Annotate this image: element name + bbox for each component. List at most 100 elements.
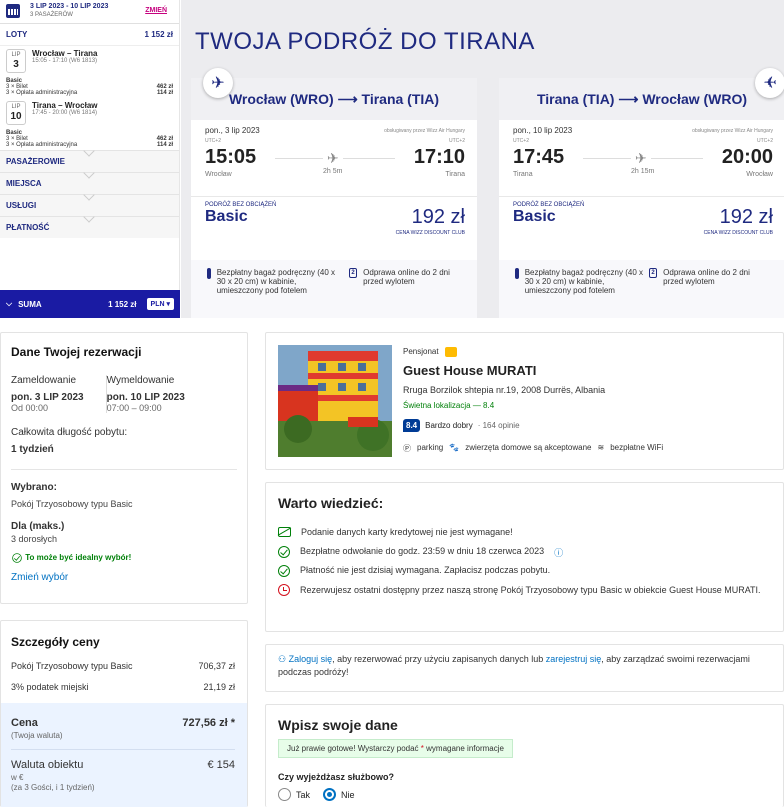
checkin-icon: 2 — [649, 268, 658, 278]
operator-note: obsługiwany przez Wizz Air Hungary — [692, 128, 773, 134]
hotel-photo[interactable] — [278, 345, 392, 457]
flight-duration: 2h 5m — [323, 168, 343, 175]
check-circle-icon — [278, 546, 290, 558]
flight-card-header: Wrocław (WRO) ⟶ Tirana (TIA) — [191, 78, 477, 120]
wifi-icon: ≋ — [597, 443, 605, 452]
guest-details-form: Wpisz swoje dane Już prawie gotowe! Wyst… — [265, 704, 784, 807]
help-icon[interactable]: ⓘ — [554, 546, 563, 559]
trip-title: TWOJA PODRÓŻ DO TIRANA — [195, 28, 535, 55]
price-details-card: Szczegóły ceny Pokój Trzyosobowy typu Ba… — [0, 620, 248, 807]
radio-no[interactable] — [323, 788, 337, 801]
total-price: 727,56 zł * — [182, 717, 235, 729]
login-card: ⚇ Zaloguj się, aby rezerwować przy użyci… — [265, 644, 784, 692]
flight-route: Tirana – Wrocław — [32, 101, 98, 110]
utc-label: UTC+2 — [449, 138, 465, 144]
bundle-features: Bezpłatny bagaż podręczny (40 x 30 x 20 … — [499, 260, 784, 318]
flight-time: 17:45 - 20:00 (W6 1814) — [32, 110, 98, 116]
trip-dates: 3 LIP 2023 - 10 LIP 2023 — [30, 3, 109, 10]
login-text: , aby rezerwować przy użyciu zapisanych … — [332, 654, 544, 664]
feature-text: Odprawa online do 2 dni przed wylotem — [663, 268, 750, 286]
passenger-count: 3 PASAŻERÓW — [30, 12, 73, 18]
chosen-room: Pokój Trzyosobowy typu Basic — [11, 499, 133, 509]
departure-city: Wrocław — [205, 171, 232, 178]
departure-city: Tirana — [513, 171, 533, 178]
section-payment[interactable]: PŁATNOŚĆ — [0, 211, 179, 238]
amenities: Ⓟparking 🐾 zwierzęta domowe są akceptowan… — [403, 443, 663, 454]
pet-icon: 🐾 — [449, 443, 460, 452]
date-box: LIP 3 — [6, 49, 26, 73]
departure-time: 15:05 — [205, 146, 257, 168]
radio-yes[interactable] — [278, 788, 291, 801]
flight-route: Wrocław – Tirana — [32, 49, 98, 58]
local-currency-note: (za 3 Gości, i 1 tydzień) — [11, 783, 95, 792]
chevron-down-icon: ⌵ — [6, 299, 13, 308]
total-bar[interactable]: ⌵ SUMA 1 152 zł PLN ▾ — [0, 290, 180, 318]
radio-no-label[interactable]: Nie — [341, 790, 355, 800]
room-price: 706,37 zł — [198, 661, 235, 671]
plane-icon: ✈ — [631, 150, 651, 167]
flight-duration: 2h 15m — [631, 168, 655, 175]
wizz-trip-panel: TWOJA PODRÓŻ DO TIRANA Wrocław (WRO) ⟶ T… — [181, 0, 784, 318]
change-choice-link[interactable]: Zmień wybór — [11, 572, 237, 583]
plane-icon: ✈ — [203, 68, 233, 98]
checkout-label: Wymeldowanie — [106, 375, 175, 386]
utc-label: UTC+2 — [757, 138, 773, 144]
total-sub: (Twoja waluta) — [11, 731, 63, 740]
outbound-flight-card: Wrocław (WRO) ⟶ Tirana (TIA) ✈ pon., 3 l… — [191, 68, 477, 318]
operator-note: obsługiwany przez Wizz Air Hungary — [384, 128, 465, 134]
property-type: Pensjonat — [403, 347, 457, 357]
form-title: Wpisz swoje dane — [278, 717, 398, 733]
reservation-title: Dane Twojej rezerwacji — [11, 345, 142, 359]
business-question: Czy wyjeżdżasz służbowo? — [278, 772, 395, 782]
feature-text: Bezpłatny bagaż podręczny (40 x 30 x 20 … — [216, 268, 335, 295]
stay-length: 1 tydzień — [11, 444, 54, 455]
outbound-flight-summary: LIP 3 Wrocław – Tirana 15:05 - 17:10 (W6 1… — [0, 46, 179, 76]
user-icon: ⚇ — [278, 654, 287, 664]
amenity: parking — [417, 443, 444, 452]
radio-yes-label[interactable]: Tak — [296, 790, 310, 800]
plane-icon: ✈ — [323, 150, 343, 167]
flights-section: LOTY 1 152 zł — [0, 24, 179, 46]
total-box: Cena (Twoja waluta) 727,56 zł * Waluta o… — [1, 703, 247, 807]
worth-knowing-card: Warto wiedzieć: Podanie danych karty kre… — [265, 482, 784, 632]
bag-icon — [207, 268, 211, 279]
price-note: CENA WIZZ DISCOUNT CLUB — [703, 230, 773, 236]
return-flight-card: Tirana (TIA) ⟶ Wrocław (WRO) ✈ pon., 10 … — [499, 68, 784, 318]
price-title: Szczegóły ceny — [11, 635, 100, 649]
capacity: 3 dorosłych — [11, 534, 58, 544]
bundle-features: Bezpłatny bagaż podręczny (40 x 30 x 20 … — [191, 260, 477, 318]
checkout-date: pon. 10 LIP 2023 — [106, 392, 185, 403]
score-word: Bardzo dobry — [425, 421, 473, 430]
outbound-fare: Basic 3 × Bilet 462 zł 3 × Opłata adminis… — [6, 78, 173, 96]
change-link[interactable]: ZMIEŃ — [145, 7, 167, 14]
total-amount: 1 152 zł — [108, 299, 137, 309]
checkout-time: 07:00 – 09:00 — [106, 403, 162, 413]
bag-icon — [515, 268, 519, 279]
flight-card-header: Tirana (TIA) ⟶ Wrocław (WRO) — [499, 78, 784, 120]
feature-text: Bezpłatny bagaż podręczny (40 x 30 x 20 … — [524, 268, 643, 295]
arrival-city: Tirana — [445, 171, 465, 178]
checkin-time: Od 00:00 — [11, 403, 49, 413]
review-count: · 164 opinie — [477, 421, 520, 430]
amenity: bezpłatne WiFi — [610, 443, 664, 452]
checkin-date: pon. 3 LIP 2023 — [11, 392, 84, 403]
worth-item: Podanie danych karty kredytowej nie jest… — [278, 527, 513, 537]
ideal-choice-note: To może być idealny wybór! — [25, 553, 132, 563]
check-circle-icon — [12, 553, 22, 563]
local-price: € 154 — [207, 759, 235, 771]
worth-item: Płatność nie jest dzisiaj wymagana. Zapł… — [278, 565, 550, 577]
total-label: SUMA — [18, 299, 42, 309]
worth-item: Bezpłatne odwołanie do godz. 23:59 w dni… — [278, 546, 563, 559]
flight-time: 15:05 - 17:10 (W6 1813) — [32, 58, 98, 64]
register-link[interactable]: zarejestruj się — [546, 654, 602, 664]
arrival-time: 17:10 — [413, 146, 465, 168]
price-note: CENA WIZZ DISCOUNT CLUB — [395, 230, 465, 236]
wizz-summary-sidebar: 3 LIP 2023 - 10 LIP 2023 3 PASAŻERÓW ZMI… — [0, 0, 180, 318]
check-circle-icon — [278, 565, 290, 577]
departure-time: 17:45 — [513, 146, 565, 168]
chosen-label: Wybrano: — [11, 482, 57, 493]
login-link[interactable]: Zaloguj się — [289, 654, 333, 664]
currency-select[interactable]: PLN ▾ — [146, 298, 174, 310]
return-flight-summary: LIP 10 Tirana – Wrocław 17:45 - 20:00 (W6 … — [0, 98, 179, 128]
checkin-label: Zameldowanie — [11, 375, 77, 386]
